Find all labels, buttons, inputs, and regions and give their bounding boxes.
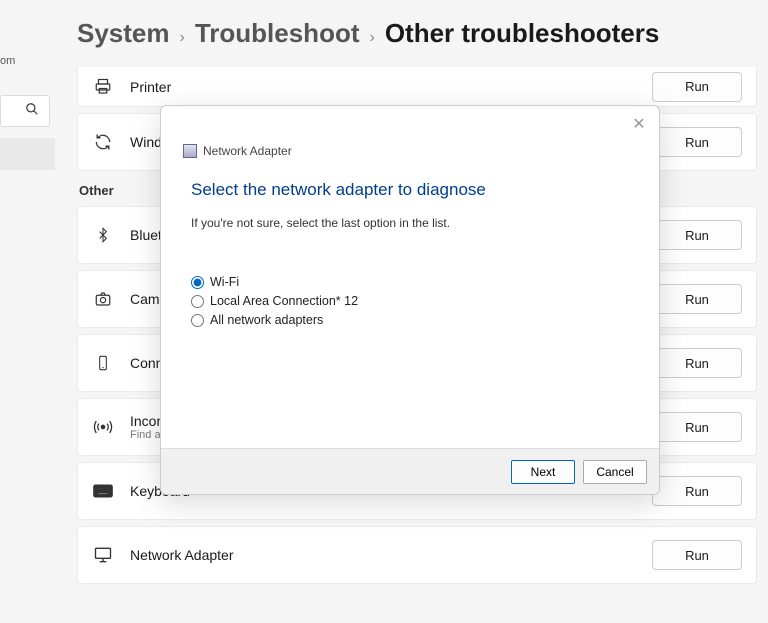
network-adapter-dialog: ✕ Network Adapter Select the network ada… (160, 105, 660, 495)
camera-icon (92, 290, 114, 308)
close-button[interactable]: ✕ (627, 112, 651, 136)
radio-option-lan[interactable]: Local Area Connection* 12 (191, 294, 629, 308)
run-button[interactable]: Run (652, 127, 742, 157)
keyboard-icon (92, 483, 114, 499)
troubleshooter-label: Network Adapter (130, 547, 636, 563)
run-button[interactable]: Run (652, 476, 742, 506)
breadcrumb-system[interactable]: System (77, 18, 170, 49)
page-title: Other troubleshooters (385, 18, 659, 49)
radio-label: All network adapters (210, 313, 323, 327)
dialog-description: If you're not sure, select the last opti… (191, 216, 629, 230)
troubleshooter-label: Printer (130, 79, 636, 95)
dialog-footer: Next Cancel (161, 448, 659, 494)
troubleshooter-row-printer: Printer Run (77, 67, 757, 107)
chevron-right-icon: › (370, 29, 375, 47)
dialog-body: Select the network adapter to diagnose I… (161, 158, 659, 448)
bluetooth-icon (92, 225, 114, 245)
next-button[interactable]: Next (511, 460, 575, 484)
close-icon: ✕ (632, 116, 645, 133)
sidebar: om (0, 0, 55, 623)
breadcrumb-troubleshoot[interactable]: Troubleshoot (195, 18, 360, 49)
search-icon (25, 102, 39, 121)
radio-option-wifi[interactable]: Wi-Fi (191, 275, 629, 289)
phone-icon (92, 353, 114, 373)
run-button[interactable]: Run (652, 348, 742, 378)
radio-option-all[interactable]: All network adapters (191, 313, 629, 327)
printer-icon (92, 78, 114, 96)
cancel-button[interactable]: Cancel (583, 460, 647, 484)
run-button[interactable]: Run (652, 220, 742, 250)
radio-input[interactable] (191, 276, 204, 289)
dialog-header: Network Adapter (161, 106, 659, 158)
sidebar-selected-item[interactable] (0, 138, 55, 170)
radio-input[interactable] (191, 295, 204, 308)
app-icon (183, 144, 197, 158)
chevron-right-icon: › (180, 29, 185, 47)
search-input[interactable] (0, 95, 50, 127)
run-button[interactable]: Run (652, 540, 742, 570)
dialog-title: Select the network adapter to diagnose (191, 180, 629, 200)
broadcast-icon (92, 417, 114, 437)
run-button[interactable]: Run (652, 72, 742, 102)
run-button[interactable]: Run (652, 284, 742, 314)
radio-label: Wi-Fi (210, 275, 239, 289)
monitor-icon (92, 545, 114, 565)
dialog-app-name: Network Adapter (203, 144, 292, 158)
sync-icon (92, 132, 114, 152)
radio-input[interactable] (191, 314, 204, 327)
run-button[interactable]: Run (652, 412, 742, 442)
sidebar-truncated-text: om (0, 55, 15, 67)
radio-label: Local Area Connection* 12 (210, 294, 358, 308)
breadcrumb: System › Troubleshoot › Other troublesho… (77, 18, 757, 49)
troubleshooter-row-network-adapter: Network Adapter Run (77, 526, 757, 584)
